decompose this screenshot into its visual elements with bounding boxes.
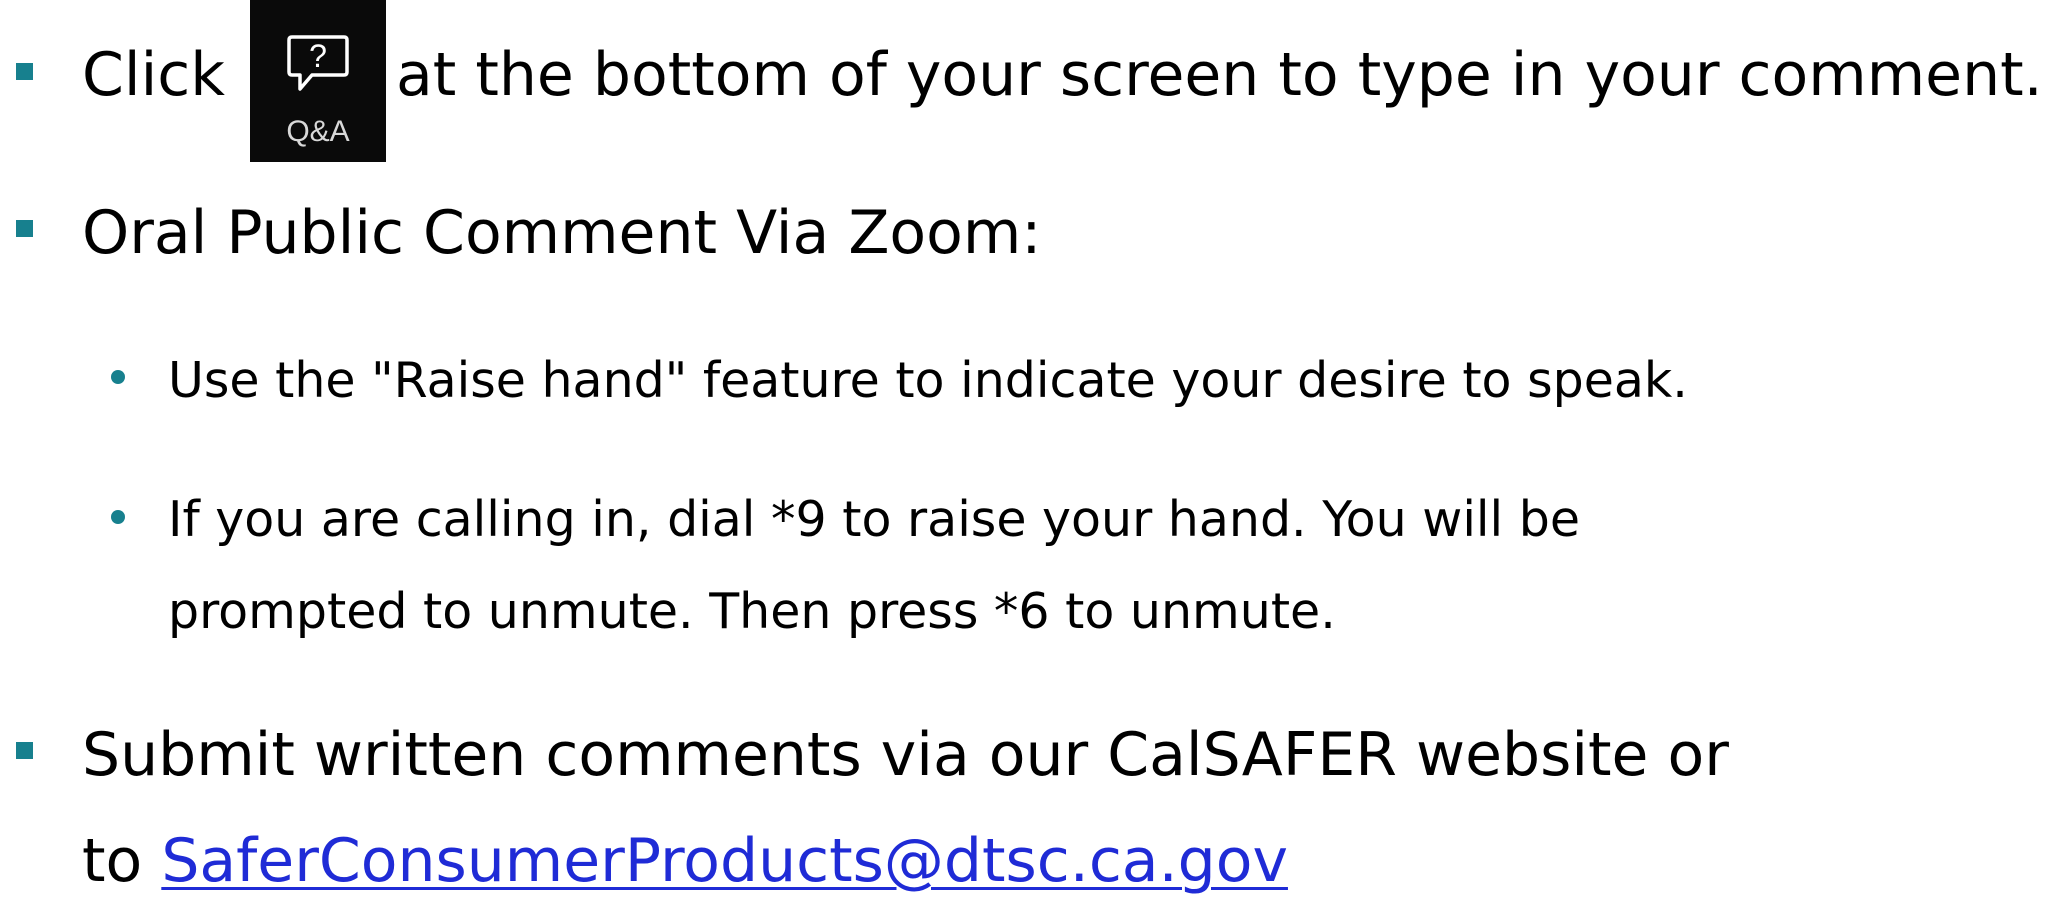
- square-bullet-icon: [16, 63, 33, 80]
- svg-text:?: ?: [309, 38, 327, 74]
- round-bullet-icon: [111, 510, 125, 524]
- submit-comments-line2: to SaferConsumerProducts@dtsc.ca.gov: [82, 826, 1288, 896]
- oral-comment-heading: Oral Public Comment Via Zoom:: [82, 198, 1042, 268]
- qa-button[interactable]: ? Q&A: [250, 0, 386, 162]
- square-bullet-icon: [16, 742, 33, 759]
- dial-in-text-line1: If you are calling in, dial *9 to raise …: [168, 491, 1580, 548]
- submit-comments-line1: Submit written comments via our CalSAFER…: [82, 720, 1729, 790]
- question-bubble-icon: ?: [287, 35, 349, 91]
- dial-in-text-line2: prompted to unmute. Then press *6 to unm…: [168, 583, 1336, 640]
- email-link[interactable]: SaferConsumerProducts@dtsc.ca.gov: [161, 826, 1288, 896]
- raise-hand-text: Use the "Raise hand" feature to indicate…: [168, 352, 1688, 409]
- bullet-click-suffix: at the bottom of your screen to type in …: [396, 40, 2043, 110]
- submit-comments-to: to: [82, 826, 143, 896]
- round-bullet-icon: [111, 370, 125, 384]
- square-bullet-icon: [16, 220, 33, 237]
- bullet-click-prefix: Click: [82, 40, 225, 110]
- qa-label: Q&A: [286, 115, 350, 148]
